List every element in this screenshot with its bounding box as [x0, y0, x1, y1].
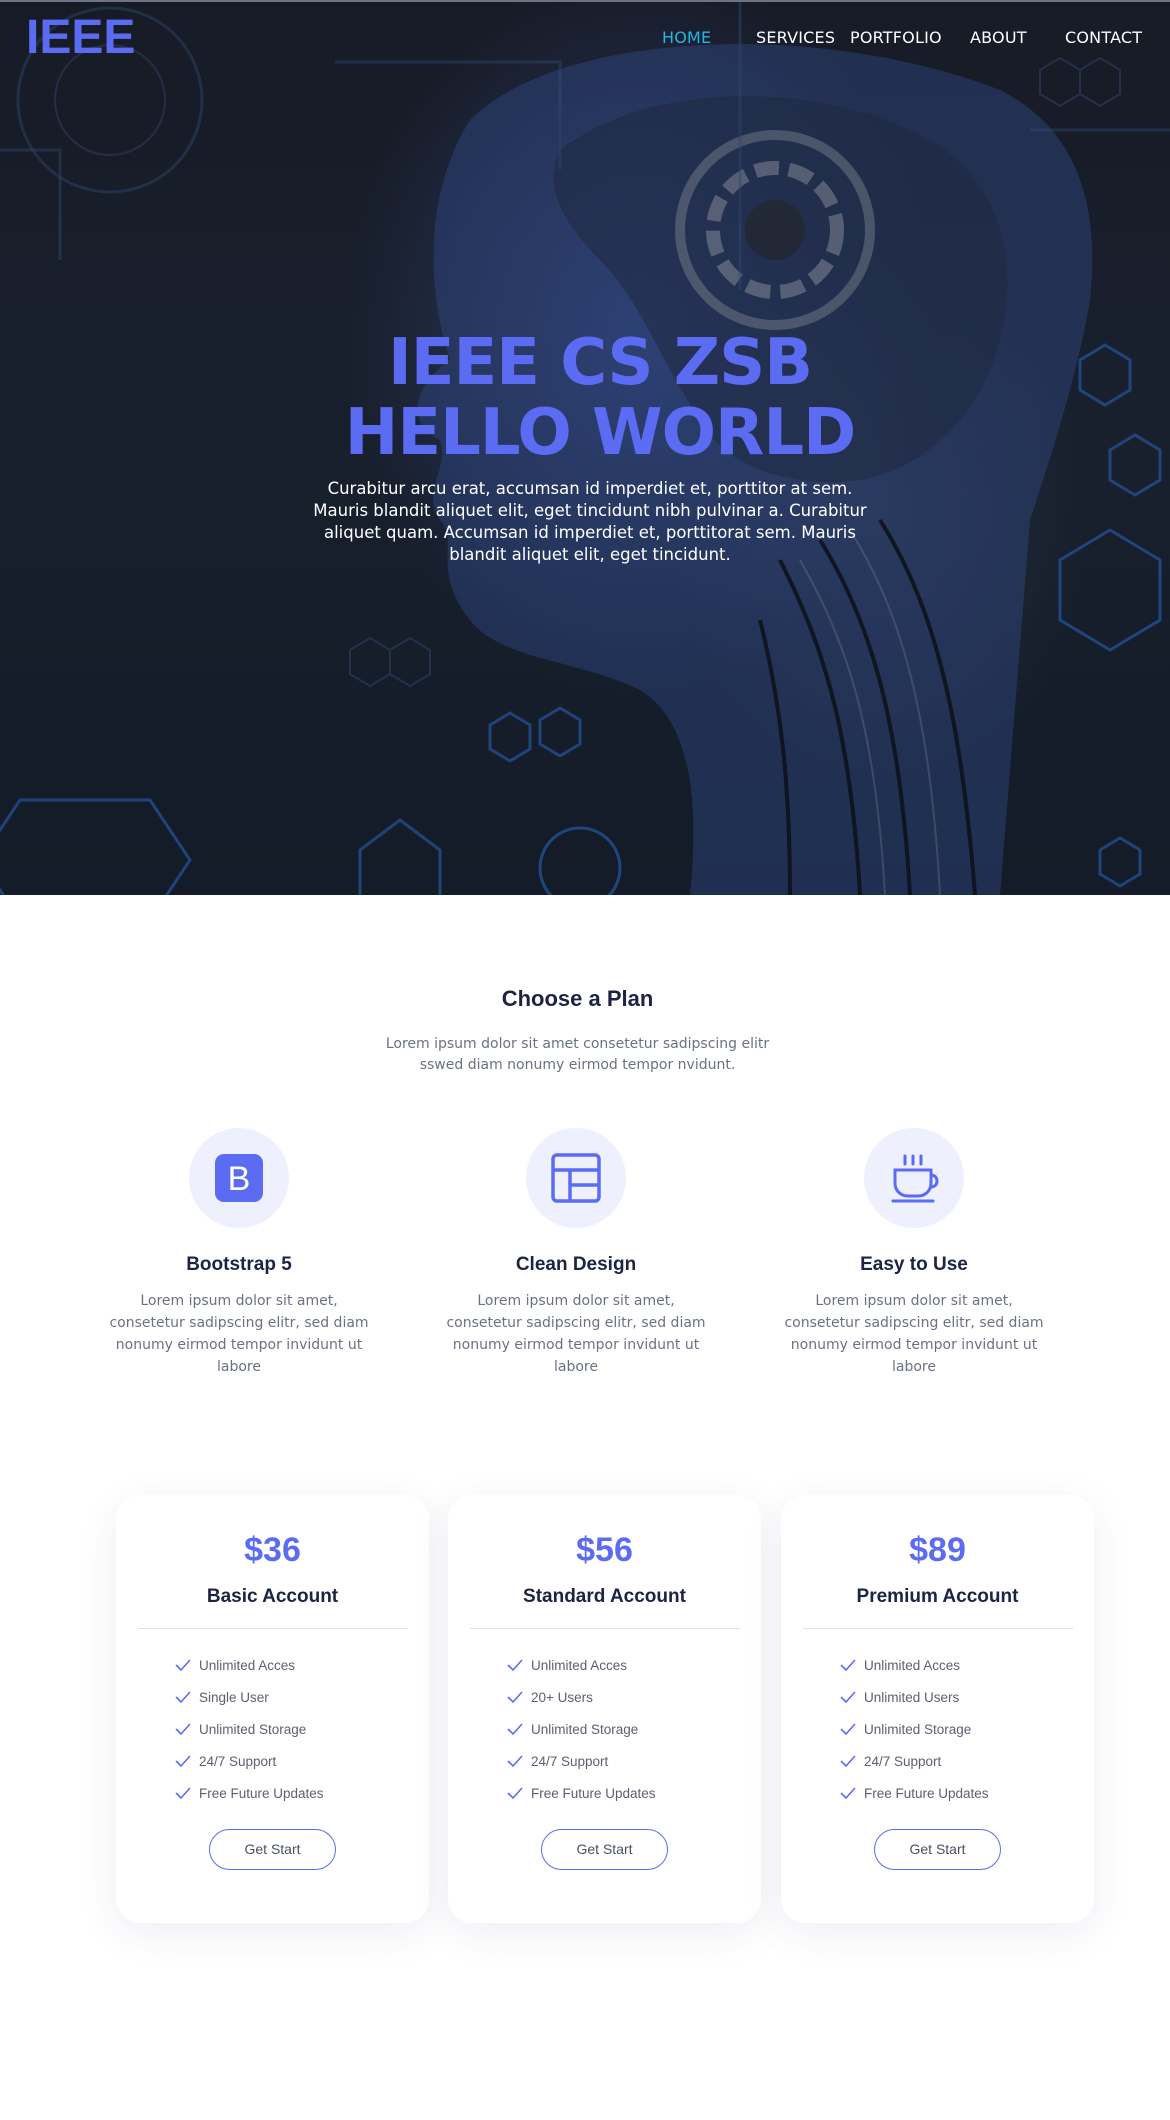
nav-about-link[interactable]: ABOUT: [970, 28, 1027, 47]
check-icon: [840, 1659, 856, 1672]
divider: [469, 1628, 740, 1629]
plan-feature-item: 20+ Users: [506, 1681, 761, 1713]
feature-title: Clean Design: [515, 1254, 637, 1275]
hero-section: IEEE HOME SERVICES PORTFOLIO ABOUT CONTA…: [0, 0, 1170, 895]
plan-feature-label: 20+ Users: [531, 1689, 593, 1705]
bootstrap-icon: B: [215, 1154, 263, 1202]
feature-text: Lorem ipsum dolor sit amet, consetetur s…: [109, 1293, 369, 1375]
plan-feature-item: Unlimited Acces: [506, 1649, 761, 1681]
plan-feature-label: 24/7 Support: [531, 1753, 609, 1769]
hero-subtitle: Curabitur arcu erat, accumsan id imperdi…: [313, 479, 867, 564]
plans-section-subtitle: Lorem ipsum dolor sit amet consetetur sa…: [385, 1036, 770, 1073]
plan-feature-label: Free Future Updates: [199, 1785, 324, 1801]
top-border-line: [0, 0, 1170, 2]
check-icon: [840, 1691, 856, 1704]
plan-feature-list: Unlimited Acces 20+ Users Unlimited Stor…: [506, 1649, 761, 1809]
nav-services-link[interactable]: SERVICES: [756, 28, 835, 47]
plan-feature-label: 24/7 Support: [199, 1753, 277, 1769]
feature-title: Easy to Use: [860, 1254, 968, 1275]
check-icon: [507, 1691, 523, 1704]
feature-title: Bootstrap 5: [186, 1254, 292, 1275]
get-start-button[interactable]: Get Start: [874, 1829, 1001, 1870]
plan-feature-label: Unlimited Acces: [199, 1657, 296, 1673]
feature-text: Lorem ipsum dolor sit amet, consetetur s…: [446, 1293, 706, 1375]
plan-feature-label: 24/7 Support: [864, 1753, 942, 1769]
hero-title-line-1: IEEE CS ZSB: [387, 326, 813, 400]
check-icon: [507, 1723, 523, 1736]
plan-feature-item: Unlimited Acces: [174, 1649, 429, 1681]
plan-name: Basic Account: [206, 1586, 339, 1607]
feature-text: Lorem ipsum dolor sit amet, consetetur s…: [784, 1293, 1044, 1375]
get-start-button[interactable]: Get Start: [541, 1829, 668, 1870]
coffee-cup-icon: [891, 1154, 939, 1203]
plan-feature-list: Unlimited Acces Single User Unlimited St…: [174, 1649, 429, 1809]
check-icon: [840, 1723, 856, 1736]
plan-feature-label: Free Future Updates: [864, 1785, 989, 1801]
plan-feature-item: 24/7 Support: [506, 1745, 761, 1777]
plan-feature-item: Unlimited Acces: [839, 1649, 1094, 1681]
plan-feature-item: Unlimited Storage: [506, 1713, 761, 1745]
plan-price: $36: [244, 1531, 301, 1569]
check-icon: [175, 1787, 191, 1800]
svg-text:B: B: [228, 1160, 251, 1198]
plan-feature-label: Unlimited Users: [864, 1689, 960, 1705]
plans-section-title: Choose a Plan: [501, 986, 654, 1011]
nav-contact-link[interactable]: CONTACT: [1065, 28, 1142, 47]
feature-icon-circle: B: [189, 1128, 289, 1228]
pricing-card-premium: $89 Premium Account Unlimited Acces Unli…: [781, 1495, 1094, 1923]
feature-card-clean-design: Clean Design Lorem ipsum dolor sit amet,…: [426, 1128, 726, 1378]
plan-feature-label: Free Future Updates: [531, 1785, 656, 1801]
plan-feature-label: Single User: [199, 1689, 269, 1705]
get-start-button[interactable]: Get Start: [209, 1829, 336, 1870]
divider: [802, 1628, 1073, 1629]
plan-feature-item: Unlimited Users: [839, 1681, 1094, 1713]
check-icon: [840, 1787, 856, 1800]
plan-feature-label: Unlimited Storage: [531, 1721, 639, 1737]
plan-feature-item: 24/7 Support: [839, 1745, 1094, 1777]
hero-title: IEEE CS ZSB HELLO WORLD: [0, 328, 1170, 468]
divider: [137, 1628, 408, 1629]
check-icon: [507, 1755, 523, 1768]
main-nav: HOME SERVICES PORTFOLIO ABOUT CONTACT: [0, 28, 1170, 50]
plan-feature-label: Unlimited Storage: [864, 1721, 972, 1737]
plan-feature-item: Free Future Updates: [506, 1777, 761, 1809]
hero-title-line-2: HELLO WORLD: [344, 396, 856, 470]
nav-portfolio-link[interactable]: PORTFOLIO: [850, 28, 942, 47]
plan-feature-item: Free Future Updates: [839, 1777, 1094, 1809]
check-icon: [175, 1659, 191, 1672]
check-icon: [175, 1691, 191, 1704]
feature-card-easy-to-use: Easy to Use Lorem ipsum dolor sit amet, …: [764, 1128, 1064, 1378]
plan-feature-item: Single User: [174, 1681, 429, 1713]
plan-feature-item: Unlimited Storage: [174, 1713, 429, 1745]
plan-price: $56: [576, 1531, 633, 1569]
plan-feature-label: Unlimited Storage: [199, 1721, 307, 1737]
plan-price: $89: [909, 1531, 966, 1569]
check-icon: [175, 1755, 191, 1768]
check-icon: [507, 1659, 523, 1672]
check-icon: [175, 1723, 191, 1736]
feature-card-bootstrap: B Bootstrap 5 Lorem ipsum dolor sit amet…: [89, 1128, 389, 1378]
pricing-card-basic: $36 Basic Account Unlimited Acces Single…: [116, 1495, 429, 1923]
check-icon: [840, 1755, 856, 1768]
feature-icon-circle: [864, 1128, 964, 1228]
plan-feature-item: 24/7 Support: [174, 1745, 429, 1777]
plan-feature-label: Unlimited Acces: [864, 1657, 961, 1673]
check-icon: [507, 1787, 523, 1800]
nav-home-link[interactable]: HOME: [662, 28, 711, 47]
pricing-card-standard: $56 Standard Account Unlimited Acces 20+…: [448, 1495, 761, 1923]
layout-icon: [551, 1153, 601, 1203]
plan-feature-label: Unlimited Acces: [531, 1657, 628, 1673]
feature-icon-circle: [526, 1128, 626, 1228]
plan-name: Standard Account: [523, 1586, 686, 1607]
plan-feature-list: Unlimited Acces Unlimited Users Unlimite…: [839, 1649, 1094, 1809]
plan-feature-item: Unlimited Storage: [839, 1713, 1094, 1745]
plan-feature-item: Free Future Updates: [174, 1777, 429, 1809]
plan-name: Premium Account: [856, 1586, 1019, 1607]
